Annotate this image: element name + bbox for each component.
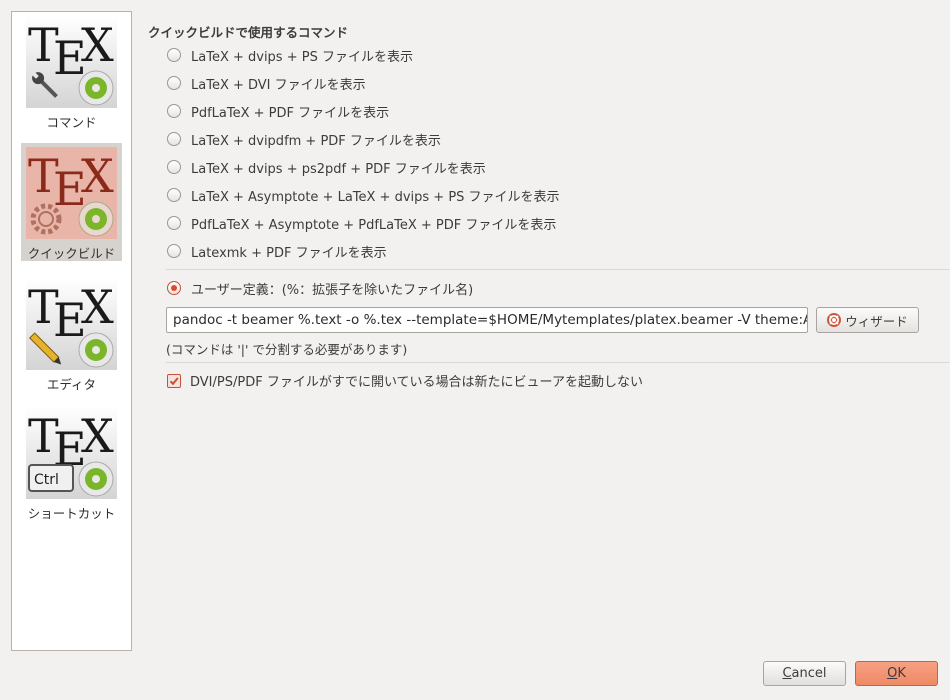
wizard-button[interactable]: ウィザード <box>816 307 919 333</box>
quickbuild-title: クイックビルドで使用するコマンド <box>148 25 349 40</box>
option-latex-dvi[interactable]: LaTeX + DVI ファイルを表示 <box>167 73 366 93</box>
option-latex-dvipdfm-pdf[interactable]: LaTeX + dvipdfm + PDF ファイルを表示 <box>167 129 441 149</box>
cancel-label-rest: ancel <box>791 666 827 681</box>
ok-label-rest: K <box>897 666 906 681</box>
radio-button[interactable] <box>167 188 181 202</box>
radio-button[interactable] <box>167 132 181 146</box>
lifebuoy-icon <box>827 313 842 327</box>
radio-button[interactable] <box>167 216 181 230</box>
svg-text:X: X <box>81 149 114 203</box>
ok-button[interactable]: OK <box>855 661 938 686</box>
tex-ctrl-gear-icon: T E X Ctrl <box>26 407 117 499</box>
tex-gear-gear-icon: T E X <box>26 147 117 239</box>
sidebar-item-label: ショートカット <box>27 506 116 521</box>
cancel-mnemonic: C <box>782 666 792 681</box>
sidebar-item-label: クイックビルド <box>27 246 116 261</box>
settings-sidebar: T E X コマンド T E X クイックビルド T E X エディタ T E … <box>11 11 132 651</box>
command-hint: (コマンドは '|' で分割する必要があります) <box>166 342 408 357</box>
cancel-button[interactable]: Cancel <box>763 661 846 686</box>
option-pdflatex-asymptote-pdf[interactable]: PdfLaTeX + Asymptote + PdfLaTeX + PDF ファ… <box>167 213 556 233</box>
option-no-new-viewer[interactable]: DVI/PS/PDF ファイルがすでに開いている場合は新たにビューアを起動しない <box>167 371 643 390</box>
checkbox-checked[interactable] <box>167 373 181 388</box>
option-user-defined[interactable]: ユーザー定義：(%：拡張子を除いたファイル名) <box>167 278 473 298</box>
option-latexmk-pdf[interactable]: Latexmk + PDF ファイルを表示 <box>167 241 387 261</box>
radio-button[interactable] <box>167 244 181 258</box>
sidebar-item-shortcut[interactable]: T E X Ctrl ショートカット <box>21 403 122 521</box>
option-label: ユーザー定義：(%：拡張子を除いたファイル名) <box>191 282 474 298</box>
sidebar-item-label: コマンド <box>46 115 97 130</box>
svg-text:X: X <box>81 409 114 463</box>
radio-button[interactable] <box>167 76 181 90</box>
option-label: Latexmk + PDF ファイルを表示 <box>191 245 387 261</box>
option-label: LaTeX + Asymptote + LaTeX + dvips + PS フ… <box>191 189 560 205</box>
option-latex-dvips-ps2pdf-pdf[interactable]: LaTeX + dvips + ps2pdf + PDF ファイルを表示 <box>167 157 486 177</box>
option-label: PdfLaTeX + PDF ファイルを表示 <box>191 105 390 121</box>
separator <box>166 269 949 270</box>
radio-button[interactable] <box>167 48 181 62</box>
sidebar-item-label: エディタ <box>46 377 97 392</box>
option-label: LaTeX + dvips + ps2pdf + PDF ファイルを表示 <box>191 161 486 177</box>
option-pdflatex-pdf[interactable]: PdfLaTeX + PDF ファイルを表示 <box>167 101 389 121</box>
tex-pencil-gear-icon: T E X <box>26 278 117 370</box>
option-label: LaTeX + dvips + PS ファイルを表示 <box>191 49 413 65</box>
option-latex-dvips-ps[interactable]: LaTeX + dvips + PS ファイルを表示 <box>167 45 413 65</box>
radio-button-checked[interactable] <box>167 281 181 295</box>
option-label: PdfLaTeX + Asymptote + PdfLaTeX + PDF ファ… <box>191 217 557 233</box>
ok-mnemonic: O <box>887 666 898 681</box>
checkmark-icon <box>169 376 179 385</box>
svg-text:X: X <box>81 18 114 72</box>
option-label: LaTeX + DVI ファイルを表示 <box>191 77 366 93</box>
user-command-input[interactable]: pandoc -t beamer %.text -o %.tex --templ… <box>166 307 808 333</box>
sidebar-item-command[interactable]: T E X コマンド <box>21 12 122 130</box>
sidebar-item-editor[interactable]: T E X エディタ <box>21 274 122 392</box>
svg-text:X: X <box>81 280 114 334</box>
checkbox-label: DVI/PS/PDF ファイルがすでに開いている場合は新たにビューアを起動しない <box>190 375 644 390</box>
wizard-button-label: ウィザード <box>845 313 908 329</box>
radio-button[interactable] <box>167 160 181 174</box>
sidebar-item-quickbuild[interactable]: T E X クイックビルド <box>21 143 122 261</box>
separator <box>166 362 949 363</box>
radio-button[interactable] <box>167 104 181 118</box>
tex-wrench-gear-icon: T E X <box>26 16 117 108</box>
option-label: LaTeX + dvipdfm + PDF ファイルを表示 <box>191 133 441 149</box>
svg-text:Ctrl: Ctrl <box>34 472 59 488</box>
option-latex-asymptote-ps[interactable]: LaTeX + Asymptote + LaTeX + dvips + PS フ… <box>167 185 560 205</box>
